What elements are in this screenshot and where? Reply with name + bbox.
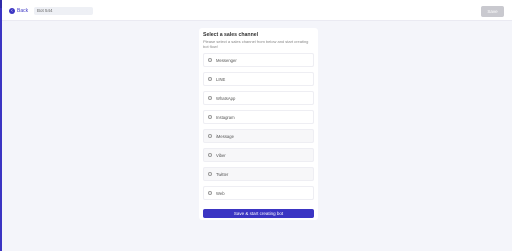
radio-icon[interactable] [208, 77, 212, 81]
channel-label: Web [216, 190, 225, 196]
radio-icon[interactable] [208, 172, 212, 176]
channel-option-whatsapp[interactable]: WhatsApp [203, 91, 314, 105]
radio-icon[interactable] [208, 153, 212, 157]
radio-icon[interactable] [208, 115, 212, 119]
channel-selection-panel: Select a sales channel Please select a s… [199, 28, 318, 220]
panel-title: Select a sales channel [203, 32, 259, 38]
channel-option-viber[interactable]: Viber [203, 148, 314, 162]
left-rail [0, 0, 2, 251]
channel-option-twitter[interactable]: Twitter [203, 167, 314, 181]
panel-subtitle: Please select a sales channel from below… [203, 39, 309, 49]
radio-icon[interactable] [208, 191, 212, 195]
bot-name-input[interactable]: Bot 544 [34, 7, 93, 15]
channel-option-web[interactable]: Web [203, 186, 314, 200]
save-button[interactable]: Save [481, 6, 504, 17]
channel-label: Messenger [216, 57, 237, 63]
channel-label: iMessage [216, 133, 234, 139]
save-and-start-button[interactable]: Save & start creating bot [203, 209, 314, 218]
radio-icon[interactable] [208, 96, 212, 100]
channel-label: LINE [216, 76, 226, 82]
radio-icon[interactable] [208, 134, 212, 138]
channel-option-imessage[interactable]: iMessage [203, 129, 314, 143]
channel-label: Twitter [216, 171, 229, 177]
channel-option-messenger[interactable]: Messenger [203, 53, 314, 67]
channel-option-line[interactable]: LINE [203, 72, 314, 86]
back-arrow-icon: ‹ [9, 8, 15, 14]
top-bar: ‹ Back Bot 544 Save [2, 0, 512, 21]
back-button[interactable]: ‹ Back [9, 7, 28, 15]
channel-option-instagram[interactable]: Instagram [203, 110, 314, 124]
channel-label: Viber [216, 152, 226, 158]
channel-label: Instagram [216, 114, 235, 120]
channel-label: WhatsApp [216, 95, 236, 101]
radio-icon[interactable] [208, 58, 212, 62]
back-label: Back [17, 8, 29, 14]
